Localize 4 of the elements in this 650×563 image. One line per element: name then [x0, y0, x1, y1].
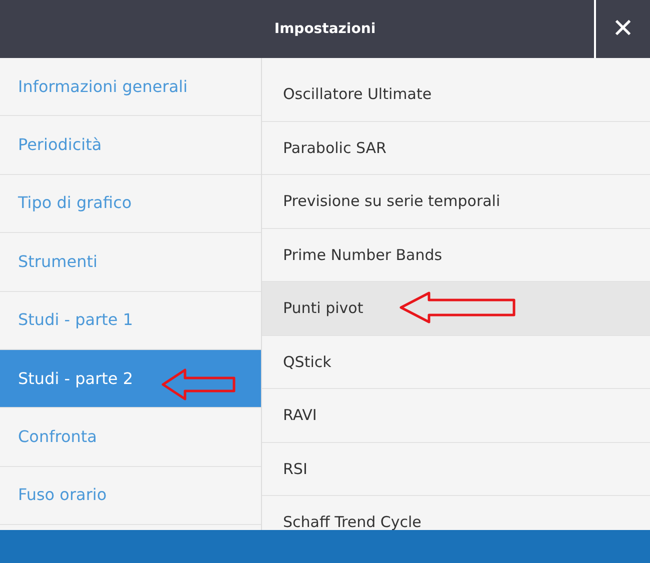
arrow-icon	[161, 368, 237, 401]
study-item[interactable]: Punti pivot	[262, 282, 650, 336]
arrow-icon	[399, 291, 517, 324]
dialog-title: Impostazioni	[274, 20, 376, 38]
